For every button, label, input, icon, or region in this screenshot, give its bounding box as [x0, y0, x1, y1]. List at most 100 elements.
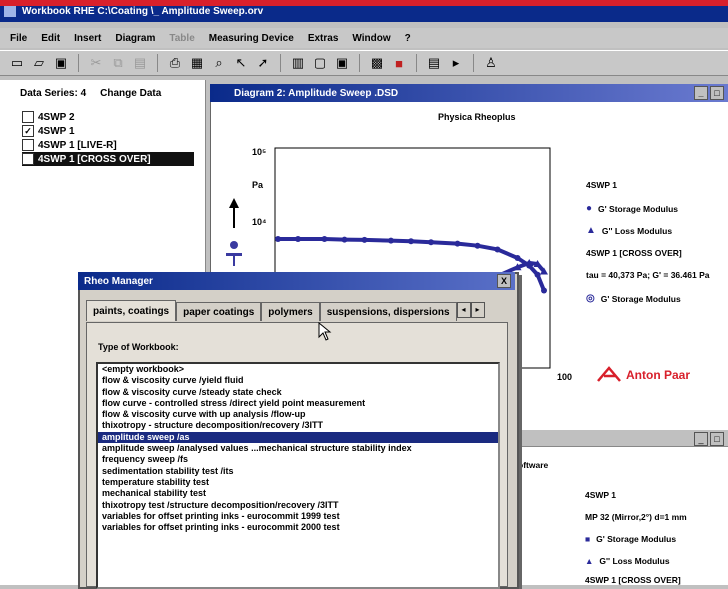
tab-suspensions-dispersions[interactable]: suspensions, dispersions	[319, 302, 457, 321]
cursor-icon[interactable]: ➚	[254, 54, 272, 72]
window-controls: _ □	[694, 86, 724, 100]
list-item[interactable]: frequency sweep /fs	[98, 454, 498, 465]
list-item[interactable]: thixotropy - structure decomposition/rec…	[98, 420, 498, 431]
tab-scroll-right-icon[interactable]: ▸	[470, 302, 485, 318]
data-point-0-14	[541, 287, 547, 294]
toolbar-separator	[280, 54, 281, 72]
list-item-selected[interactable]: amplitude sweep /as	[98, 431, 498, 444]
workbook-type-label: Type of Workbook:	[98, 342, 179, 352]
change-data-button[interactable]: Change Data	[100, 88, 161, 99]
minimize-icon[interactable]: _	[694, 432, 708, 446]
record-icon[interactable]: ■	[390, 54, 408, 72]
data-point-0-8	[454, 240, 461, 247]
legend-series-1: 4SWP 1	[586, 180, 618, 190]
new-file-icon[interactable]: ▭	[8, 54, 26, 72]
play-icon[interactable]: ▸	[447, 54, 465, 72]
menu-diagram[interactable]: Diagram	[115, 33, 155, 44]
copy-icon[interactable]: ⧉	[109, 54, 127, 72]
triangle-marker-icon: ▲	[585, 556, 594, 566]
close-icon[interactable]: X	[497, 274, 511, 288]
print-icon[interactable]: ⎙	[166, 54, 184, 72]
tab-polymers[interactable]: polymers	[261, 302, 320, 321]
data-point-0-13	[534, 271, 541, 278]
menu-insert[interactable]: Insert	[74, 33, 101, 44]
maximize-icon[interactable]: □	[710, 432, 724, 446]
second-legend-crossover: 4SWP 1 [CROSS OVER]	[585, 575, 681, 585]
diagram-icon[interactable]: ▦	[188, 54, 206, 72]
series-label: 4SWP 2	[38, 111, 75, 123]
menu-window[interactable]: Window	[352, 33, 390, 44]
data-series-count: Data Series: 4	[20, 88, 87, 99]
list-item[interactable]: flow & viscosity curve with up analysis …	[98, 409, 498, 420]
x-tick-right: 100	[557, 372, 572, 382]
series-item[interactable]: 4SWP 1 [LIVE-R]	[22, 138, 200, 152]
legend-crossover-values: tau = 40,373 Pa; G' = 36.461 Pa	[586, 270, 710, 280]
menu-measuring-device[interactable]: Measuring Device	[209, 33, 294, 44]
table-icon[interactable]: ▥	[289, 54, 307, 72]
device-icon[interactable]: ▩	[368, 54, 386, 72]
list-item[interactable]: mechanical stability test	[98, 488, 498, 499]
data-point-0-10	[494, 246, 501, 253]
rheometer-icon	[226, 241, 242, 266]
series-item[interactable]: ✓ 4SWP 1 [CROSS OVER]	[22, 152, 194, 166]
dialog-tabs: paints, coatings paper coatings polymers…	[86, 300, 485, 321]
list-item[interactable]: flow & viscosity curve /steady state che…	[98, 387, 498, 398]
series-checkbox[interactable]: ✓	[22, 153, 34, 165]
data-point-0-2	[321, 235, 328, 242]
diagram-window-title: Diagram 2: Amplitude Sweep .DSD _ □	[210, 84, 728, 102]
second-legend-series: 4SWP 1	[585, 490, 617, 500]
series-checkbox[interactable]: ✓	[22, 125, 34, 137]
menu-edit[interactable]: Edit	[41, 33, 60, 44]
data-point-0-0	[275, 235, 281, 242]
zoom-icon[interactable]: ⌕	[210, 54, 228, 72]
cut-icon[interactable]: ✂	[87, 54, 105, 72]
brand-stripe	[0, 0, 728, 6]
minimize-icon[interactable]: _	[694, 86, 708, 100]
legend-text: G'' Loss Modulus	[601, 225, 673, 236]
mouse-cursor-icon	[318, 322, 332, 341]
list-item[interactable]: variables for offset printing inks - eur…	[98, 522, 498, 533]
toolbar-separator	[157, 54, 158, 72]
series-checkbox[interactable]	[22, 139, 34, 151]
menu-file[interactable]: File	[10, 33, 27, 44]
person-icon[interactable]: ♙	[482, 54, 500, 72]
tab-paper-coatings[interactable]: paper coatings	[176, 302, 262, 321]
series-item[interactable]: 4SWP 2	[22, 110, 200, 124]
list-item[interactable]: thixotropy test /structure decomposition…	[98, 500, 498, 511]
monitor-icon[interactable]: ▣	[333, 54, 351, 72]
save-icon[interactable]: ▣	[52, 54, 70, 72]
open-folder-icon[interactable]: ▱	[30, 54, 48, 72]
menu-extras[interactable]: Extras	[308, 33, 339, 44]
series-item[interactable]: ✓ 4SWP 1	[22, 124, 200, 138]
toolbar-separator	[473, 54, 474, 72]
menu-table[interactable]: Table	[169, 33, 194, 44]
list-item[interactable]: sedimentation stability test /its	[98, 466, 498, 477]
menu-help[interactable]: ?	[405, 33, 411, 44]
list-item[interactable]: variables for offset printing inks - eur…	[98, 511, 498, 522]
list-item[interactable]: temperature stability test	[98, 477, 498, 488]
series-label: 4SWP 1 [LIVE-R]	[38, 139, 117, 151]
window-icon[interactable]: ▢	[311, 54, 329, 72]
series-list: 4SWP 2 ✓ 4SWP 1 4SWP 1 [LIVE-R] ✓ 4SWP 1…	[22, 110, 200, 166]
dialog-title: Rheo Manager	[84, 275, 153, 287]
pointer-icon[interactable]: ↖	[232, 54, 250, 72]
maximize-icon[interactable]: □	[710, 86, 724, 100]
y-tick-mid: 10⁴	[252, 217, 266, 227]
anton-paar-logo-icon	[597, 366, 621, 382]
list-item[interactable]: flow & viscosity curve /yield fluid	[98, 375, 498, 386]
measure-icon[interactable]: ▤	[425, 54, 443, 72]
y-axis-arrow	[229, 198, 239, 228]
second-legend-loss: ▲ G'' Loss Modulus	[585, 556, 670, 566]
app-icon	[4, 5, 16, 17]
list-item[interactable]: amplitude sweep /analysed values ...mech…	[98, 443, 498, 454]
series-checkbox[interactable]	[22, 111, 34, 123]
second-window-titlebar: _ □	[515, 430, 728, 447]
list-item[interactable]: <empty workbook>	[98, 364, 498, 375]
tab-paints-coatings[interactable]: paints, coatings	[86, 300, 177, 321]
workbook-type-list[interactable]: <empty workbook> flow & viscosity curve …	[96, 362, 500, 589]
list-item[interactable]: flow curve - controlled stress /direct y…	[98, 398, 498, 409]
second-legend-storage: ■ G' Storage Modulus	[585, 534, 676, 544]
tab-scroll-left-icon[interactable]: ◂	[456, 302, 471, 318]
paste-icon[interactable]: ▤	[131, 54, 149, 72]
legend-loss-modulus: ▲ G'' Loss Modulus	[586, 225, 672, 236]
